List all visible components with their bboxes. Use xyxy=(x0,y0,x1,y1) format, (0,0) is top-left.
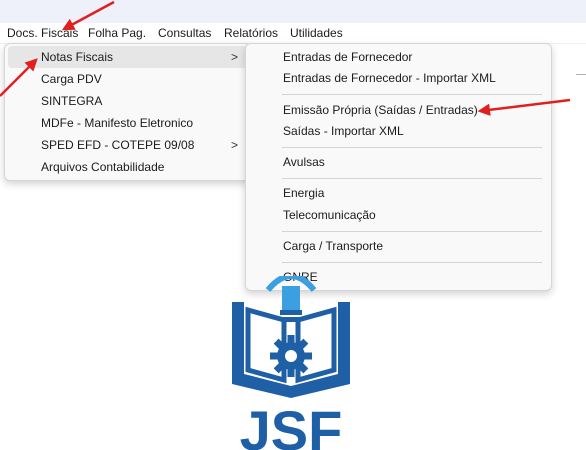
menu-relatorios[interactable]: Relatórios xyxy=(220,25,282,41)
menu-item-notas-fiscais[interactable]: Notas Fiscais > xyxy=(8,46,248,68)
menu-separator xyxy=(282,231,542,232)
menu-item-label: Emissão Própria (Saídas / Entradas) xyxy=(283,103,478,117)
chevron-right-icon: > xyxy=(230,138,238,152)
menu-item-energia[interactable]: Energia xyxy=(249,182,547,204)
logo-text: JSF xyxy=(240,399,343,450)
menu-item-sped-efd[interactable]: SPED EFD - COTEPE 09/08 > xyxy=(8,134,248,156)
menu-item-label: SPED EFD - COTEPE 09/08 xyxy=(41,138,195,152)
menu-docs-fiscais[interactable]: Docs. Fiscais xyxy=(3,25,82,41)
book-gear-logo-icon: JSF xyxy=(232,276,350,450)
jsf-logo: JSF xyxy=(216,276,366,450)
menu-utilidades[interactable]: Utilidades xyxy=(286,25,347,41)
menu-item-label: Entradas de Fornecedor - Importar XML xyxy=(283,71,496,85)
menu-item-label: MDFe - Manifesto Eletronico xyxy=(41,116,194,130)
menu-item-label: Notas Fiscais xyxy=(41,50,114,64)
menu-separator xyxy=(282,178,542,179)
menu-item-label: Avulsas xyxy=(283,155,325,169)
docs-fiscais-dropdown: Notas Fiscais > Carga PDV SINTEGRA MDFe … xyxy=(4,43,252,181)
menu-item-entradas-fornecedor[interactable]: Entradas de Fornecedor xyxy=(249,46,547,68)
chevron-right-icon: > xyxy=(230,50,238,64)
menu-separator xyxy=(282,262,542,263)
window-top-strip xyxy=(0,0,586,23)
menu-item-mdfe[interactable]: MDFe - Manifesto Eletronico xyxy=(8,112,248,134)
background-divider xyxy=(576,74,586,75)
menu-item-label: Telecomunicação xyxy=(283,208,376,222)
menu-item-label: Entradas de Fornecedor xyxy=(283,50,413,64)
menu-item-label: SINTEGRA xyxy=(41,94,103,108)
menu-item-sintegra[interactable]: SINTEGRA xyxy=(8,90,248,112)
menu-bar: Docs. Fiscais Folha Pag. Consultas Relat… xyxy=(0,23,586,44)
menu-item-carga-transporte[interactable]: Carga / Transporte xyxy=(249,235,547,257)
menu-item-label: Arquivos Contabilidade xyxy=(41,160,165,174)
menu-item-arquivos-contabilidade[interactable]: Arquivos Contabilidade xyxy=(8,156,248,178)
menu-item-saidas-importar-xml[interactable]: Saídas - Importar XML xyxy=(249,120,547,142)
menu-separator xyxy=(282,147,542,148)
menu-item-emissao-propria[interactable]: Emissão Própria (Saídas / Entradas) xyxy=(249,99,547,121)
menu-item-label: Energia xyxy=(283,186,325,200)
menu-consultas[interactable]: Consultas xyxy=(154,25,215,41)
menu-item-label: Saídas - Importar XML xyxy=(283,124,404,138)
menu-item-telecomunicacao[interactable]: Telecomunicação xyxy=(249,204,547,226)
menu-item-label: Carga / Transporte xyxy=(283,239,384,253)
menu-item-label: Carga PDV xyxy=(41,72,102,86)
menu-item-carga-pdv[interactable]: Carga PDV xyxy=(8,68,248,90)
notas-fiscais-submenu: Entradas de Fornecedor Entradas de Forne… xyxy=(245,43,552,291)
menu-item-avulsas[interactable]: Avulsas xyxy=(249,151,547,173)
menu-separator xyxy=(282,94,542,95)
menu-item-entradas-importar-xml[interactable]: Entradas de Fornecedor - Importar XML xyxy=(249,67,547,89)
menu-folha-pag[interactable]: Folha Pag. xyxy=(84,25,150,41)
